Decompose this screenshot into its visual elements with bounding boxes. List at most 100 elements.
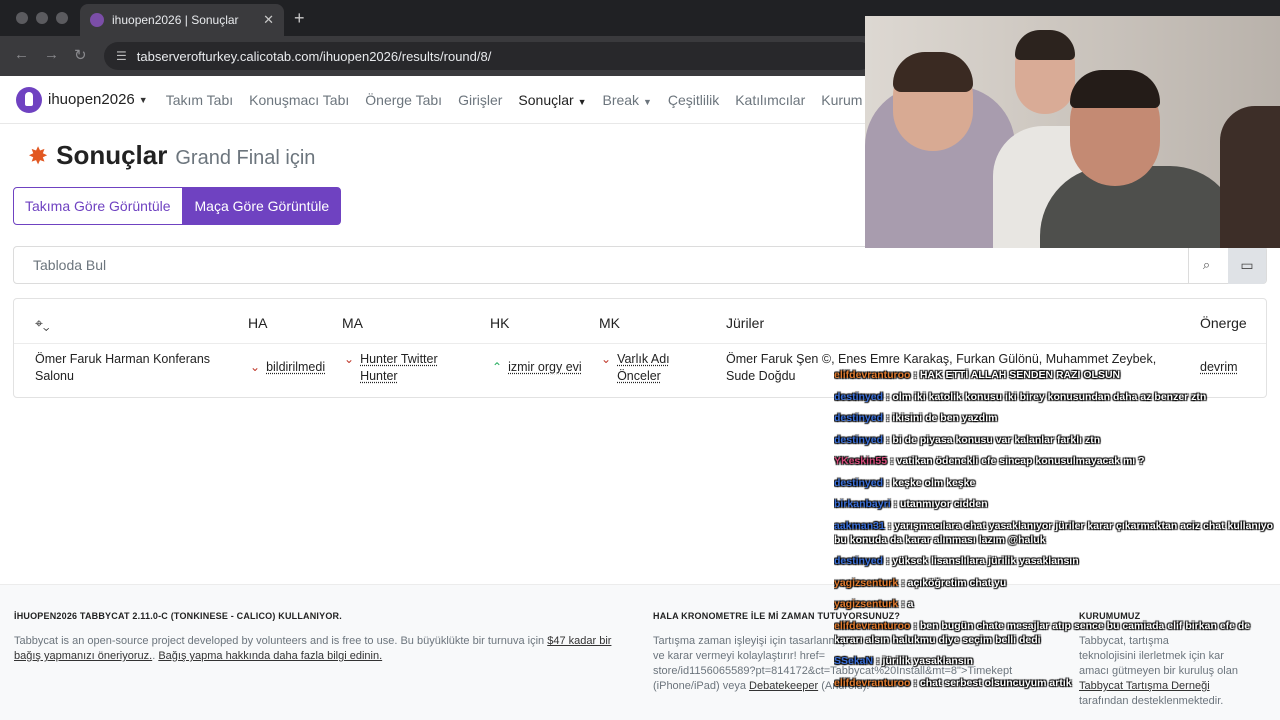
mk-cell: ⌄ Varlık Adı Önceler [601,351,701,385]
nav-results[interactable]: Sonuçlar ▼ [518,92,586,108]
chat-username: elifdevranturoo [834,619,911,632]
chat-message: yagizsenturk: a [834,597,1274,611]
chat-message: destinyed: olm iki katolik konusu iki bi… [834,390,1274,404]
view-by-team-button[interactable]: Takıma Göre Görüntüle [13,187,183,225]
nav-speaker-tab[interactable]: Konuşmacı Tabı [249,92,349,108]
chat-text: : açıköğretim chat yu [901,576,1007,589]
loss-chevron-icon: ⌄ [344,352,355,366]
row-divider [14,343,1266,344]
nav-team-tab[interactable]: Takım Tabı [166,92,233,108]
person-4 [1220,106,1280,248]
chat-message: destinyed: keşke olm keşke [834,476,1274,490]
header-hk[interactable]: HK [490,315,509,331]
site-settings-icon[interactable]: ☰ [116,49,127,63]
nav-break-label: Break [602,91,640,108]
loss-chevron-icon: ⌄ [250,360,261,374]
reload-icon[interactable]: ↻ [74,46,87,64]
header-juries[interactable]: Jüriler [726,315,764,331]
chat-message: elifdevranturoo: chat serbest olsuncuyum… [834,676,1274,690]
chat-text: : ikisini de ben yazdım [886,412,998,424]
screen: { "browser": { "tab_title": "ihuopen2026… [0,0,1280,720]
chat-message: elifdevranturoo: ben bugün chate mesajla… [834,619,1274,647]
chevron-down-icon: ▼ [642,96,652,107]
chevron-down-icon[interactable]: ▼ [139,95,148,105]
search-icon[interactable]: ⌕ [1188,246,1224,284]
header-ha[interactable]: HA [248,315,267,331]
url-field[interactable]: ☰ tabserverofturkey.calicotab.com/ihuope… [104,42,874,70]
url-text: tabserverofturkey.calicotab.com/ihuopen2… [136,48,492,64]
page-header: ✸ Sonuçlar Grand Final için [28,140,315,171]
chat-text: : yarışmacılara chat yasaklanıyor jürile… [834,519,1274,546]
minimize-window-button[interactable] [36,12,48,24]
nav-motion-tab[interactable]: Önerge Tabı [365,92,442,108]
chat-message: destinyed: bi de piyasa konusu var kalan… [834,433,1274,447]
clipboard-icon[interactable]: ▭ [1228,246,1266,284]
chat-username: SSekaN [834,655,874,667]
chat-text: : olm iki katolik konusu iki birey konus… [886,390,1207,403]
chat-username: destinyed [834,433,884,446]
favicon-icon [90,13,104,27]
close-tab-icon[interactable]: ✕ [263,12,274,28]
chat-username: YKeskin55 [834,455,888,467]
chat-message: destinyed: ikisini de ben yazdım [834,411,1274,425]
maximize-window-button[interactable] [56,12,68,24]
nav-institutions[interactable]: Kurum [821,92,862,108]
new-tab-button[interactable]: + [294,8,305,29]
stream-chat-overlay: elifdevranturoo: HAK ETTİ ALLAH SENDEN R… [834,368,1274,720]
mk-team-link[interactable]: Varlık Adı Önceler [617,351,701,385]
header-mk[interactable]: MK [599,315,620,331]
chat-username: elifdevranturoo [834,676,911,689]
chat-message: SSekaN: jürilik yasaklansın [834,654,1274,668]
chat-message: YKeskin55: vatikan ödenekli efe sincap k… [834,454,1274,468]
header-ma[interactable]: MA [342,315,363,331]
chat-username: destinyed [834,412,884,424]
footer-timer-platform: (iPhone/iPad) veya [653,680,746,692]
chat-text: : vatikan ödenekli efe sincap konusulmay… [890,455,1145,467]
nav-participants[interactable]: Katılımcılar [735,92,805,108]
chat-username: birkanbayri [834,498,891,510]
page-subtitle: Grand Final için [175,147,316,169]
loss-chevron-icon: ⌄ [601,352,612,366]
chat-username: aakman31 [834,519,885,532]
back-icon[interactable]: ← [14,46,29,63]
nav-results-label: Sonuçlar [518,91,574,108]
hk-cell: ⌃ izmir orgy evi [492,359,582,376]
hk-team-link[interactable]: izmir orgy evi [508,360,582,374]
debatekeeper-link[interactable]: Debatekeeper [749,680,818,692]
venue-cell: Ömer Faruk Harman Konferans Salonu [35,352,211,383]
chat-text: : keşke olm keşke [886,476,976,489]
chat-text: : jürilik yasaklansın [876,655,973,667]
chat-text: : utanmıyor cidden [893,498,988,510]
close-window-button[interactable] [16,12,28,24]
chat-username: destinyed [834,555,884,567]
footer-about: İHUOPEN2026 TABBYCAT 2.11.0-C (TONKINESE… [14,609,624,664]
chat-text: : chat serbest olsuncuyum artık [913,676,1072,689]
tournament-name[interactable]: ihuopen2026 [48,91,135,108]
forward-icon[interactable]: → [44,46,59,63]
search-input[interactable]: Tabloda Bul [14,257,1188,273]
nav-break[interactable]: Break ▼ [602,92,651,108]
donation-info-link[interactable]: Bağış yapma hakkında daha fazla bilgi ed… [158,650,382,662]
win-chevron-icon: ⌃ [492,360,503,374]
nav-entries[interactable]: Girişler [458,92,502,108]
ma-team-link[interactable]: Hunter Twitter Hunter [360,351,474,385]
chat-message: elifdevranturoo: HAK ETTİ ALLAH SENDEN R… [834,368,1274,382]
header-motion[interactable]: Önerge [1200,315,1247,331]
tabbycat-logo-icon[interactable] [16,86,42,113]
chat-text: : a [901,598,914,610]
ha-cell: ⌄ bildirilmedi [250,359,325,376]
chat-message: yagizsenturk: açıköğretim chat yu [834,576,1274,590]
chat-message: aakman31: yarışmacılara chat yasaklanıyo… [834,519,1274,547]
chat-message: destinyed: yüksek lisanslılara jürilik y… [834,554,1274,568]
view-toggle: Takıma Göre Görüntüle Maça Göre Görüntül… [13,187,342,225]
footer-about-title: İHUOPEN2026 TABBYCAT 2.11.0-C (TONKINESE… [14,611,342,621]
chat-text: : bi de piyasa konusu var kalanlar farkl… [886,433,1101,446]
tab-title: ihuopen2026 | Sonuçlar [112,13,239,27]
venue-sort-icon[interactable]: ⌖⌄ [35,315,50,332]
browser-tab[interactable]: ihuopen2026 | Sonuçlar ✕ [80,4,284,36]
nav-diversity[interactable]: Çeşitlilik [668,92,719,108]
ha-team-link[interactable]: bildirilmedi [266,360,325,374]
view-by-debate-button[interactable]: Maça Göre Görüntüle [182,187,342,225]
chevron-down-icon: ▼ [577,96,587,107]
ma-cell: ⌄ Hunter Twitter Hunter [344,351,474,385]
